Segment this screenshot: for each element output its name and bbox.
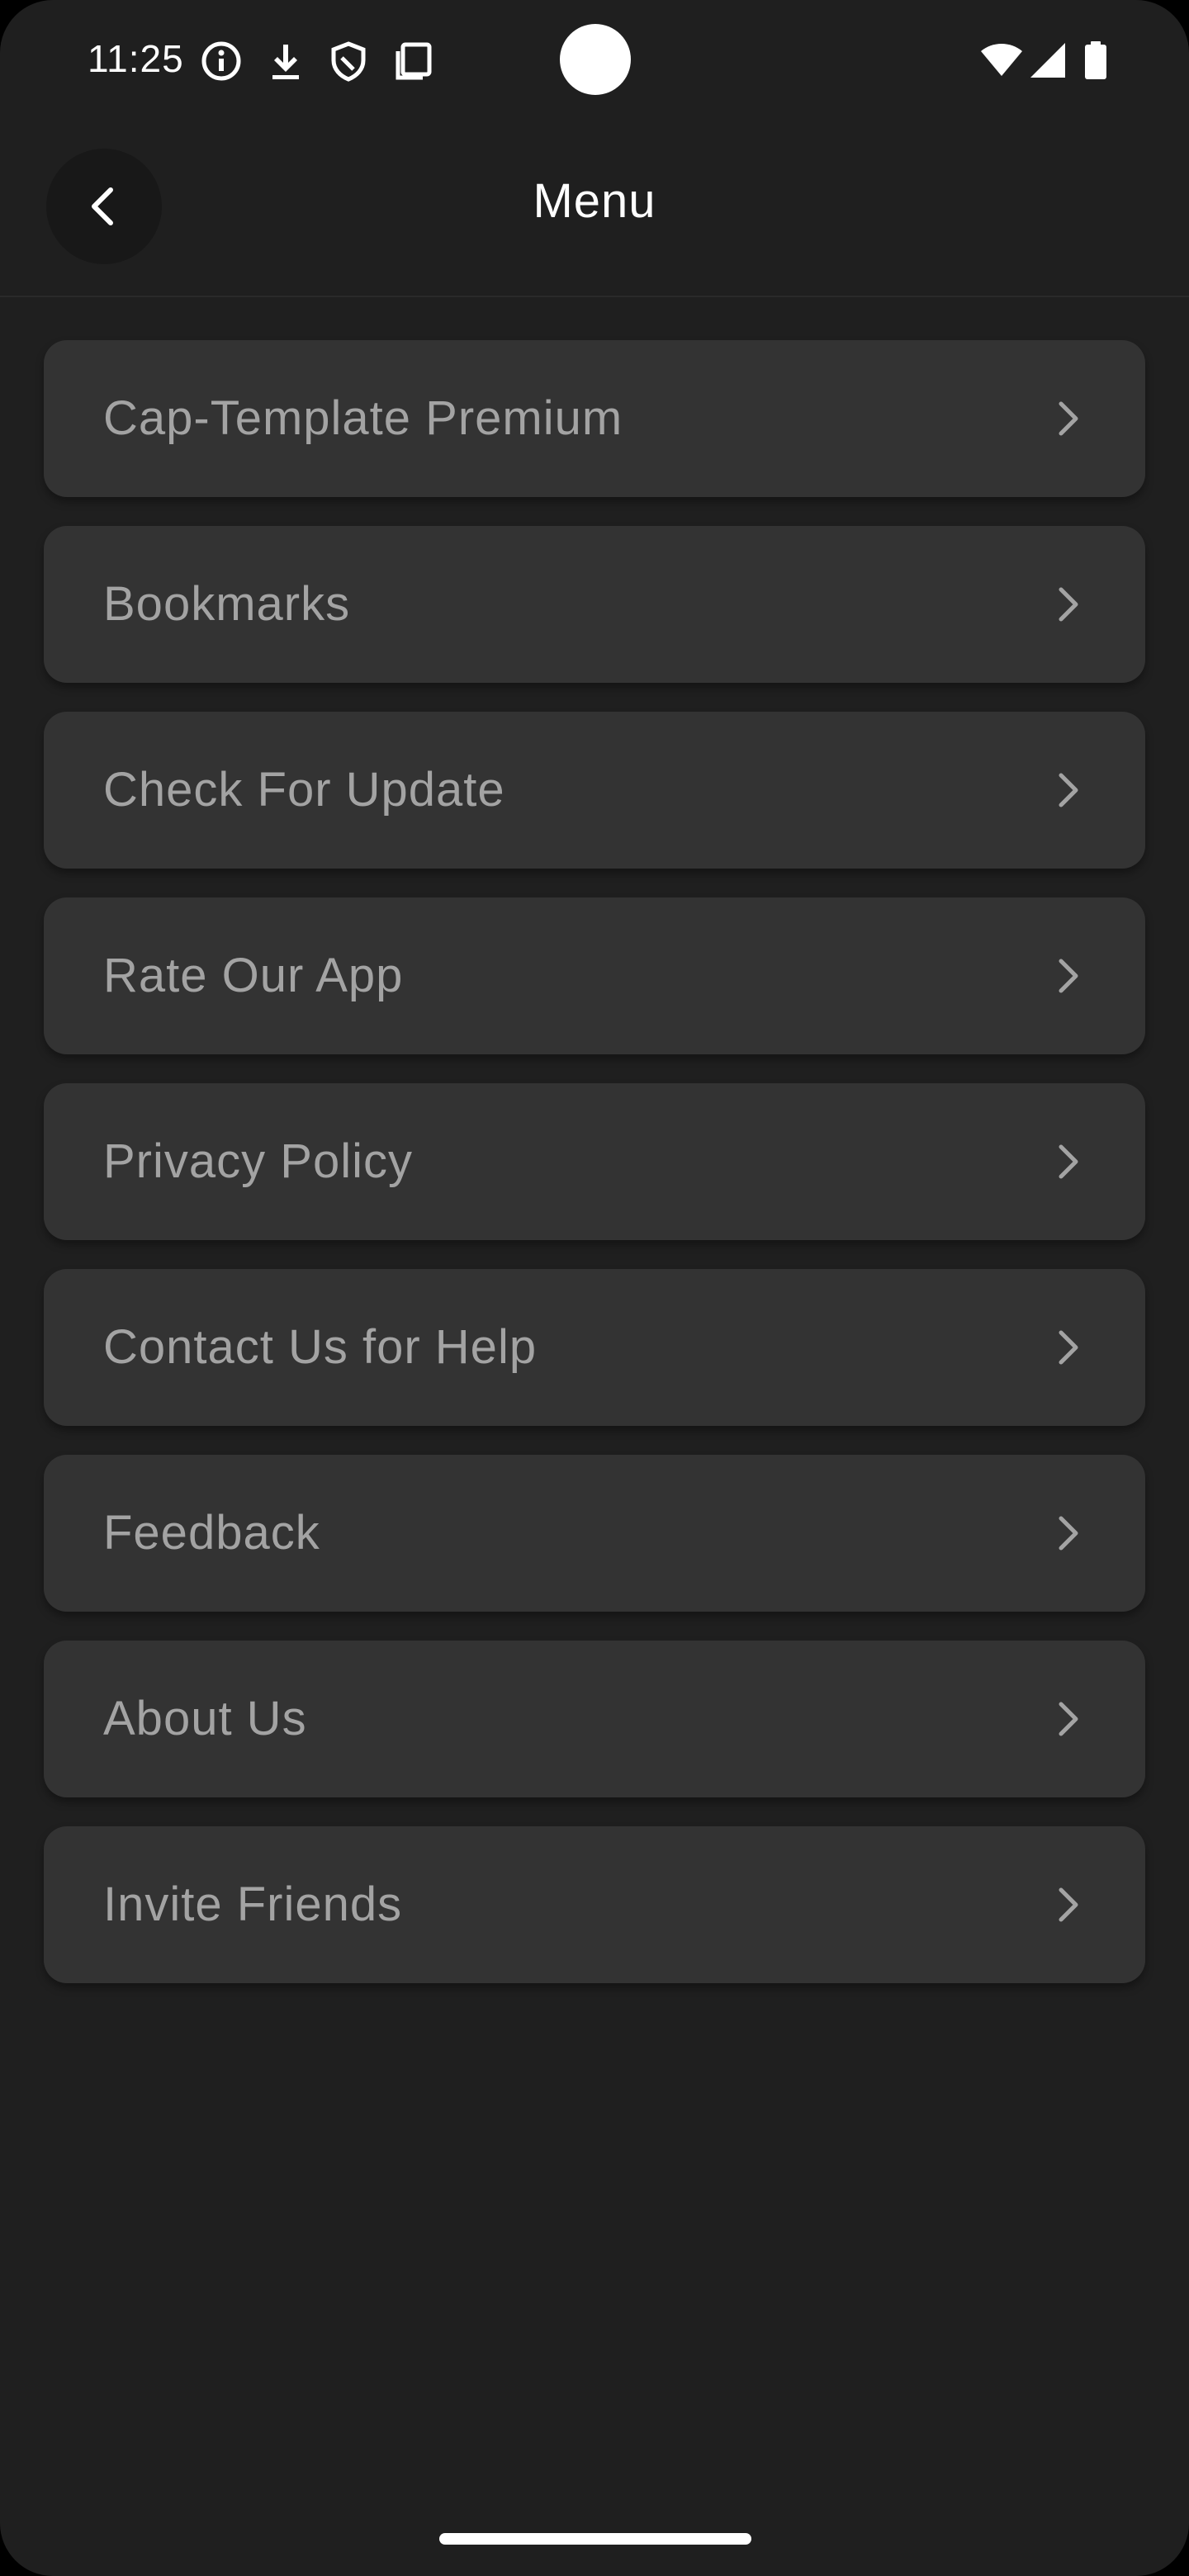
menu-item-bookmarks[interactable]: Bookmarks (44, 526, 1145, 683)
menu-item-privacy-policy[interactable]: Privacy Policy (44, 1083, 1145, 1240)
menu-item-label: About Us (103, 1692, 307, 1745)
screenshot-icon (396, 42, 432, 80)
menu-item-premium[interactable]: Cap-Template Premium (44, 340, 1145, 497)
menu-item-label: Cap-Template Premium (103, 391, 623, 445)
menu-list: Cap-Template Premium Bookmarks Check For… (44, 340, 1145, 2012)
menu-item-label: Invite Friends (103, 1878, 403, 1931)
menu-item-label: Contact Us for Help (103, 1320, 538, 1374)
chevron-right-icon (1059, 1702, 1078, 1736)
status-bar: 11:25 (0, 0, 1189, 124)
menu-item-contact-us[interactable]: Contact Us for Help (44, 1269, 1145, 1426)
download-icon (272, 45, 299, 79)
shield-icon (331, 41, 366, 82)
menu-screen: 11:25 Menu Cap-Template Premium Bookmark… (0, 0, 1189, 2576)
menu-item-check-for-update[interactable]: Check For Update (44, 712, 1145, 869)
menu-item-invite-friends[interactable]: Invite Friends (44, 1826, 1145, 1983)
chevron-right-icon (1059, 959, 1078, 993)
camera-cutout (560, 24, 631, 95)
chevron-right-icon (1059, 1144, 1078, 1179)
page-title: Menu (533, 174, 656, 228)
chevron-right-icon (1059, 1330, 1078, 1365)
app-bar: Menu (0, 124, 1189, 297)
chevron-right-icon (1059, 587, 1078, 622)
menu-item-label: Check For Update (103, 763, 505, 817)
chevron-right-icon (1059, 1887, 1078, 1922)
signal-icon (1030, 43, 1065, 78)
menu-item-label: Feedback (103, 1506, 320, 1560)
chevron-right-icon (1059, 1516, 1078, 1551)
chevron-right-icon (1059, 401, 1078, 436)
status-time: 11:25 (88, 37, 184, 80)
battery-icon (1085, 41, 1106, 79)
wifi-icon (981, 44, 1022, 76)
menu-item-label: Privacy Policy (103, 1134, 413, 1188)
gesture-nav-bar[interactable] (439, 2533, 751, 2545)
menu-item-label: Rate Our App (103, 949, 404, 1002)
menu-item-rate-our-app[interactable]: Rate Our App (44, 897, 1145, 1054)
menu-item-feedback[interactable]: Feedback (44, 1455, 1145, 1612)
menu-item-about-us[interactable]: About Us (44, 1641, 1145, 1797)
chevron-right-icon (1059, 773, 1078, 807)
info-icon (201, 41, 241, 81)
menu-item-label: Bookmarks (103, 577, 351, 631)
